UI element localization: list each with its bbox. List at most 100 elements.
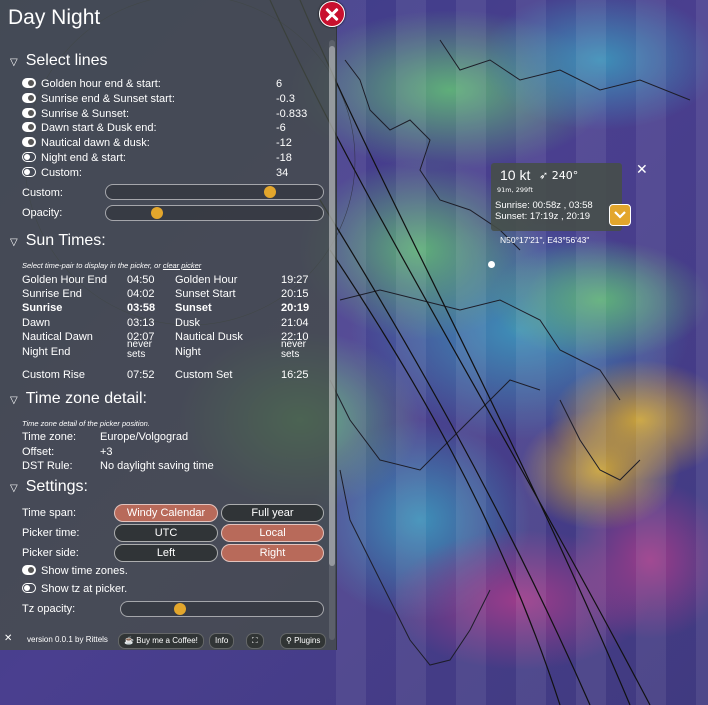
sun-time-label[interactable]: Sunrise End — [22, 288, 82, 300]
picker-expand-button[interactable] — [609, 204, 631, 226]
toggle-switch[interactable] — [22, 107, 36, 118]
full-year-button[interactable]: Full year — [221, 504, 324, 522]
custom-slider-label: Custom: — [22, 187, 63, 199]
line-toggle-row[interactable]: Night end & start: — [22, 152, 126, 164]
line-angle-value: 6 — [276, 78, 283, 90]
sun-time-label[interactable]: Golden Hour End — [22, 274, 107, 286]
altitude: 91m, 299ft — [497, 186, 533, 194]
section-title: Select lines — [25, 52, 108, 69]
toggle-switch[interactable] — [22, 122, 36, 133]
toggle-switch[interactable] — [22, 137, 36, 148]
opacity-label: Opacity: — [22, 207, 63, 219]
panel-scrollbar[interactable] — [329, 40, 335, 640]
picker-close-icon[interactable]: ✕ — [636, 163, 650, 177]
tz-value: Europe/Volgograd — [100, 431, 189, 443]
coffee-label: Buy me a Coffee! — [136, 636, 198, 645]
coffee-cup-icon: ☕ — [124, 636, 134, 645]
toggle-switch[interactable] — [22, 166, 36, 177]
sun-time-label[interactable]: Sunrise — [22, 302, 62, 314]
slider-knob[interactable] — [150, 207, 163, 219]
buy-coffee-button[interactable]: ☕ Buy me a Coffee! — [118, 633, 204, 649]
sun-time-label[interactable]: Custom Set — [175, 369, 232, 381]
sun-time-value[interactable]: 20:19 — [281, 302, 309, 314]
sun-time-value[interactable]: 03:13 — [127, 317, 155, 329]
sun-time-value[interactable]: 04:02 — [127, 288, 155, 300]
sun-time-label[interactable]: Nautical Dawn — [22, 331, 93, 343]
sun-time-label[interactable]: Night — [175, 346, 201, 358]
sun-time-value[interactable]: 03:58 — [127, 302, 155, 314]
show-time-zones-toggle[interactable]: Show time zones. — [22, 565, 128, 577]
line-label: Custom: — [41, 166, 82, 179]
line-toggle-row[interactable]: Sunrise end & Sunset start: — [22, 92, 175, 105]
toggle-switch[interactable] — [22, 152, 36, 162]
sun-time-value[interactable]: 19:27 — [281, 274, 309, 286]
utc-button[interactable]: UTC — [114, 524, 218, 542]
tz-label: Time zone: — [22, 431, 77, 443]
plugins-label: Plugins — [294, 636, 321, 645]
picker-pin[interactable] — [488, 261, 495, 268]
right-button[interactable]: Right — [221, 544, 324, 562]
section-time-zone[interactable]: ▽ Time zone detail: — [10, 390, 147, 408]
sun-time-label[interactable]: Dawn — [22, 317, 50, 329]
sun-time-label[interactable]: Night End — [22, 346, 70, 358]
tz-label: DST Rule: — [22, 460, 73, 472]
line-toggle-row[interactable]: Golden hour end & start: — [22, 78, 161, 90]
toggle-switch[interactable] — [22, 583, 36, 593]
section-select-lines[interactable]: ▽ Select lines — [10, 52, 108, 70]
sun-time-label[interactable]: Golden Hour — [175, 274, 237, 286]
section-settings[interactable]: ▽ Settings: — [10, 478, 88, 496]
show-tz-at-picker-toggle[interactable]: Show tz at picker. — [22, 583, 127, 595]
sun-time-label[interactable]: Sunset — [175, 302, 212, 314]
chevron-down-icon — [614, 211, 626, 219]
sun-time-value[interactable]: 21:04 — [281, 317, 309, 329]
line-toggle-row[interactable]: Custom: — [22, 166, 82, 179]
picker-time-label: Picker time: — [22, 527, 80, 539]
clear-picker-link[interactable]: clear picker — [163, 261, 201, 270]
sun-time-label[interactable]: Dusk — [175, 317, 200, 329]
sun-time-value[interactable]: never sets — [127, 340, 159, 360]
sun-time-value[interactable]: 04:50 — [127, 274, 155, 286]
toggle-switch[interactable] — [22, 78, 36, 88]
toggle-switch[interactable] — [22, 92, 36, 103]
footer-close-icon[interactable]: ✕ — [4, 633, 12, 644]
sun-times-note: Select time-pair to display in the picke… — [22, 261, 201, 270]
line-label: Sunrise & Sunset: — [41, 107, 130, 120]
left-button[interactable]: Left — [114, 544, 218, 562]
fullscreen-button[interactable]: ⛶ — [246, 633, 264, 649]
line-toggle-row[interactable]: Sunrise & Sunset: — [22, 107, 130, 120]
sun-time-label[interactable]: Nautical Dusk — [175, 331, 243, 343]
line-toggle-row[interactable]: Dawn start & Dusk end: — [22, 122, 157, 134]
chevron-down-icon: ▽ — [10, 395, 18, 406]
opacity-slider[interactable] — [105, 205, 324, 221]
chevron-down-icon: ▽ — [10, 237, 18, 248]
sun-time-value[interactable]: 07:52 — [127, 369, 155, 381]
sun-time-value[interactable]: 16:25 — [281, 369, 309, 381]
section-sun-times[interactable]: ▽ Sun Times: — [10, 232, 106, 250]
chevron-down-icon: ▽ — [10, 483, 18, 494]
line-angle-value: -0.3 — [276, 92, 295, 105]
sun-time-label[interactable]: Custom Rise — [22, 369, 85, 381]
slider-knob[interactable] — [264, 186, 277, 198]
sun-time-label[interactable]: Sunset Start — [175, 288, 236, 300]
tz-label: Offset: — [22, 445, 55, 458]
toggle-switch[interactable] — [22, 565, 36, 575]
chevron-down-icon: ▽ — [10, 57, 18, 68]
sun-time-value[interactable]: 20:15 — [281, 288, 309, 300]
line-toggle-row[interactable]: Nautical dawn & dusk: — [22, 137, 150, 149]
plugins-button[interactable]: ⚲ Plugins — [280, 633, 327, 649]
tz-opacity-slider[interactable] — [120, 601, 324, 617]
close-icon[interactable] — [319, 1, 345, 27]
line-angle-value: -18 — [276, 152, 292, 164]
time-span-label: Time span: — [22, 507, 77, 519]
panel-footer: ✕ version 0.0.1 by Rittels ☕ Buy me a Co… — [0, 630, 336, 650]
local-button[interactable]: Local — [221, 524, 324, 542]
picker-coordinates: N50°17'21", E43°56'43" — [500, 235, 590, 245]
info-button[interactable]: Info — [209, 633, 235, 649]
slider-knob[interactable] — [173, 603, 186, 615]
windy-calendar-button[interactable]: Windy Calendar — [114, 504, 218, 522]
scrollbar-thumb[interactable] — [329, 46, 335, 566]
sun-time-value[interactable]: never sets — [281, 340, 313, 360]
custom-slider[interactable] — [105, 184, 324, 200]
toggle-label: Show time zones. — [41, 565, 128, 577]
section-title: Time zone detail: — [25, 390, 147, 407]
